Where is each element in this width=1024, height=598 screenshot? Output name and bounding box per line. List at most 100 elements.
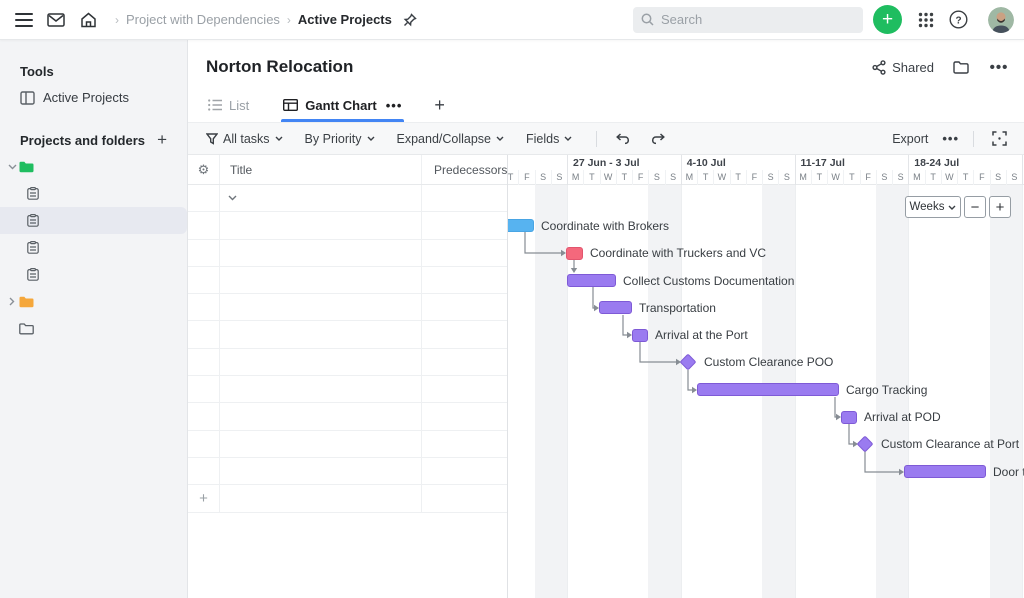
table-row[interactable] <box>188 458 507 485</box>
more-menu-icon[interactable]: ••• <box>988 56 1010 78</box>
chevron-down-icon <box>367 136 375 141</box>
day-letter: F <box>518 170 534 185</box>
help-icon[interactable]: ? <box>946 8 970 32</box>
hamburger-menu-icon[interactable] <box>12 8 36 32</box>
row-number <box>188 267 220 293</box>
apps-grid-icon[interactable] <box>914 8 938 32</box>
table-row[interactable] <box>188 240 507 267</box>
gear-icon[interactable]: ⚙ <box>198 162 210 178</box>
folder-icon[interactable] <box>950 56 972 78</box>
task-title-cell[interactable] <box>220 458 422 484</box>
expand-collapse-dropdown[interactable]: Expand/Collapse <box>397 132 505 146</box>
export-button[interactable]: Export <box>892 132 928 146</box>
task-bar[interactable] <box>697 383 839 396</box>
priority-dropdown[interactable]: By Priority <box>305 132 375 146</box>
predecessor-cell[interactable] <box>422 403 507 429</box>
zoom-out-button[interactable]: − <box>964 196 986 218</box>
task-title-cell[interactable] <box>220 376 422 402</box>
table-row[interactable] <box>188 431 507 458</box>
sidebar-item-active-projects-tool[interactable]: Active Projects <box>0 84 187 111</box>
day-letter: T <box>925 170 941 185</box>
predecessor-cell[interactable] <box>422 294 507 320</box>
undo-icon[interactable] <box>611 128 633 150</box>
zoom-in-button[interactable]: + <box>989 196 1011 218</box>
predecessor-cell[interactable] <box>422 376 507 402</box>
task-title-cell[interactable] <box>220 349 422 375</box>
table-row[interactable] <box>188 267 507 294</box>
task-bar[interactable] <box>508 219 534 232</box>
tab-list[interactable]: List <box>206 88 251 122</box>
task-title-cell[interactable] <box>220 431 422 457</box>
predecessor-cell[interactable] <box>422 431 507 457</box>
table-row[interactable] <box>188 349 507 376</box>
timescale-dropdown[interactable]: Weeks <box>905 196 961 218</box>
table-row[interactable] <box>188 403 507 430</box>
task-title-cell[interactable] <box>220 212 422 238</box>
predecessor-cell[interactable] <box>422 185 507 211</box>
add-task-link[interactable] <box>220 485 422 511</box>
toolbar-more-icon[interactable]: ••• <box>942 131 959 146</box>
task-title-cell[interactable] <box>220 294 422 320</box>
sidebar-item-ps-office-opening[interactable] <box>0 261 187 288</box>
sidebar: Tools Active Projects Projects and folde… <box>0 40 188 598</box>
task-bar[interactable] <box>841 411 857 424</box>
search-input[interactable]: Search <box>633 7 863 33</box>
filter-dropdown[interactable]: All tasks <box>206 132 283 146</box>
predecessor-cell[interactable] <box>422 267 507 293</box>
milestone-diamond[interactable] <box>857 436 874 453</box>
sidebar-item-norton-relocation[interactable] <box>0 207 187 234</box>
task-title-cell[interactable] <box>220 403 422 429</box>
sidebar-item-mario-ian-relocation[interactable] <box>0 180 187 207</box>
task-bar[interactable] <box>904 465 986 478</box>
predecessor-cell[interactable] <box>422 321 507 347</box>
predecessor-cell[interactable] <box>422 212 507 238</box>
task-bar[interactable] <box>632 329 648 342</box>
task-title-cell[interactable] <box>220 185 422 211</box>
task-bar-label: Door to Door Delivery <box>993 464 1024 480</box>
sidebar-item-product-dp20[interactable] <box>0 234 187 261</box>
table-row[interactable] <box>188 212 507 239</box>
milestone-diamond[interactable] <box>680 354 697 371</box>
day-letter: W <box>600 170 616 185</box>
column-predecessors[interactable]: Predecessors <box>422 155 507 184</box>
user-avatar[interactable] <box>988 7 1014 33</box>
week-label: 18-24 Jul <box>908 155 1022 170</box>
sidebar-item-how-to-guide[interactable] <box>0 315 187 342</box>
table-row[interactable] <box>188 376 507 403</box>
table-row[interactable] <box>188 321 507 348</box>
sidebar-item-archived-projects[interactable] <box>0 288 187 315</box>
task-title-cell[interactable] <box>220 267 422 293</box>
breadcrumb-parent[interactable]: Project with Dependencies <box>126 12 280 27</box>
add-project-button[interactable]: + <box>157 130 167 150</box>
task-title-cell[interactable] <box>220 321 422 347</box>
collapse-chevron-icon[interactable] <box>228 195 237 201</box>
task-title-cell[interactable] <box>220 240 422 266</box>
task-bar[interactable] <box>566 247 583 260</box>
table-row[interactable] <box>188 185 507 212</box>
row-number <box>188 403 220 429</box>
add-task-row[interactable]: + <box>188 485 507 512</box>
sidebar-item-active-projects[interactable] <box>0 153 187 180</box>
project-tree <box>0 153 187 342</box>
add-view-button[interactable]: + <box>434 95 445 116</box>
create-new-button[interactable]: + <box>873 5 902 34</box>
fullscreen-icon[interactable] <box>988 128 1010 150</box>
table-row[interactable] <box>188 294 507 321</box>
predecessor-cell[interactable] <box>422 458 507 484</box>
task-bar[interactable] <box>599 301 632 314</box>
row-number <box>188 212 220 238</box>
tab-options-icon[interactable]: ••• <box>386 98 403 113</box>
predecessor-cell[interactable] <box>422 349 507 375</box>
task-bar[interactable] <box>567 274 616 287</box>
predecessor-cell[interactable] <box>422 240 507 266</box>
breadcrumb-current[interactable]: Active Projects <box>298 12 392 27</box>
tab-gantt-chart[interactable]: Gantt Chart ••• <box>281 88 404 122</box>
pin-icon[interactable] <box>398 8 422 32</box>
home-icon[interactable] <box>76 8 100 32</box>
column-title[interactable]: Title <box>220 155 422 184</box>
redo-icon[interactable] <box>647 128 669 150</box>
fields-dropdown[interactable]: Fields <box>526 132 572 146</box>
inbox-mail-icon[interactable] <box>44 8 68 32</box>
row-number <box>188 376 220 402</box>
shared-button[interactable]: Shared <box>872 60 934 75</box>
